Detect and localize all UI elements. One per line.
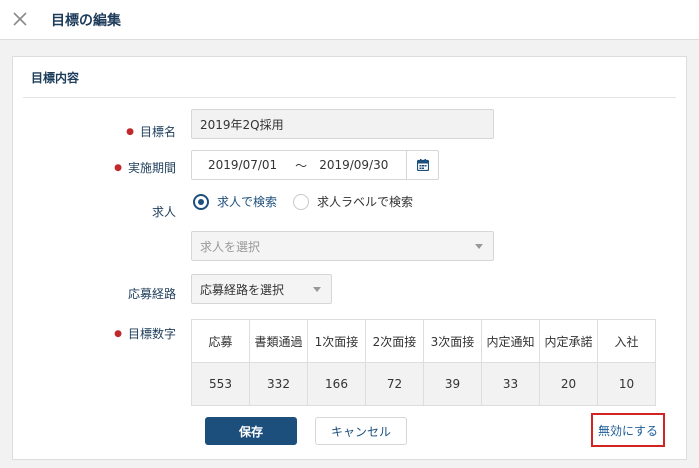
date-separator: 〜	[295, 158, 308, 173]
section-title: 目標内容	[31, 71, 80, 85]
period-label: ● 実施期間	[114, 161, 176, 175]
radio-label: 求人で検索	[217, 195, 278, 209]
targets-header-row: 応募 書類通過 1次面接 2次面接 3次面接 内定通知 内定承諾 入社	[191, 319, 656, 363]
required-mark: ●	[114, 329, 122, 339]
job-label: 求人	[151, 205, 176, 219]
required-mark: ●	[114, 163, 122, 173]
target-value-input[interactable]: 553	[191, 362, 250, 406]
radio-unselected-icon	[293, 193, 309, 210]
radio-search-by-job[interactable]: 求人で検索	[193, 193, 277, 210]
target-value-input[interactable]: 72	[365, 362, 424, 406]
route-select[interactable]: 応募経路を選択	[191, 274, 332, 304]
goal-name-input[interactable]	[191, 109, 494, 139]
period-date-range: 2019/07/01 〜 2019/09/30	[191, 150, 439, 180]
header-bar: 目標の編集	[0, 0, 699, 40]
target-value-input[interactable]: 39	[423, 362, 482, 406]
calendar-icon	[416, 159, 429, 171]
goal-form-card: 目標内容 ●目標名 ●実施期間 2019/07/01 〜 2019/09/30	[12, 56, 687, 460]
stage-header: 3次面接	[423, 319, 482, 363]
page-title: 目標の編集	[51, 13, 121, 29]
disable-button[interactable]: 無効にする	[591, 413, 665, 447]
job-select-placeholder: 求人を選択	[200, 239, 261, 254]
target-value-input[interactable]: 10	[597, 362, 656, 406]
target-value-input[interactable]: 332	[249, 362, 308, 406]
stage-header: 2次面接	[365, 319, 424, 363]
target-value-input[interactable]: 20	[539, 362, 598, 406]
close-icon	[13, 12, 27, 26]
target-value-input[interactable]: 33	[481, 362, 540, 406]
targets-value-row: 553 332 166 72 39 33 20 10	[191, 362, 656, 406]
start-date-input[interactable]: 2019/07/01	[208, 158, 277, 172]
close-button[interactable]	[9, 8, 31, 30]
route-label: 応募経路	[127, 287, 176, 301]
save-button[interactable]: 保存	[205, 417, 297, 445]
stage-header: 入社	[597, 319, 656, 363]
route-select-value: 応募経路を選択	[200, 282, 285, 297]
cancel-button[interactable]: キャンセル	[315, 417, 407, 445]
job-select[interactable]: 求人を選択	[191, 231, 494, 261]
stage-header: 応募	[191, 319, 250, 363]
radio-search-by-job-label[interactable]: 求人ラベルで検索	[293, 193, 413, 210]
target-value-input[interactable]: 166	[307, 362, 366, 406]
radio-label: 求人ラベルで検索	[317, 195, 414, 209]
radio-selected-icon	[193, 193, 209, 210]
calendar-button[interactable]	[406, 151, 438, 179]
targets-label: ● 目標数字	[114, 327, 176, 341]
stage-header: 内定承諾	[539, 319, 598, 363]
stage-header: 内定通知	[481, 319, 540, 363]
stage-header: 1次面接	[307, 319, 366, 363]
section-divider	[23, 97, 676, 98]
chevron-down-icon	[313, 287, 321, 292]
stage-header: 書類通過	[249, 319, 308, 363]
end-date-input[interactable]: 2019/09/30	[319, 158, 388, 172]
chevron-down-icon	[475, 244, 483, 249]
required-mark: ●	[126, 127, 134, 137]
goal-name-label: ● 目標名	[126, 125, 176, 139]
targets-table: 応募 書類通過 1次面接 2次面接 3次面接 内定通知 内定承諾 入社 553 …	[191, 319, 656, 406]
